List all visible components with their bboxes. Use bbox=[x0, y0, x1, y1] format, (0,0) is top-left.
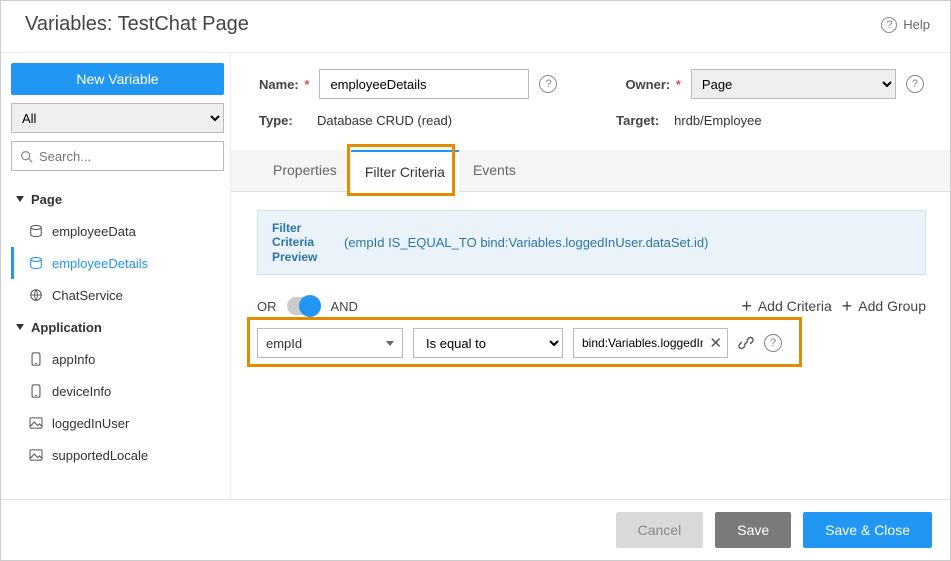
tab-filter-criteria[interactable]: Filter Criteria bbox=[351, 150, 459, 192]
tree-item-label: ChatService bbox=[52, 288, 123, 303]
or-label: OR bbox=[257, 299, 277, 314]
tree-item-appInfo[interactable]: appInfo bbox=[11, 343, 224, 375]
search-icon bbox=[20, 150, 33, 163]
tree-item-employeeDetails[interactable]: employeeDetails bbox=[11, 247, 224, 279]
tree-item-ChatService[interactable]: ChatService bbox=[11, 279, 224, 311]
target-value: hrdb/Employee bbox=[674, 113, 761, 128]
tree-section-page[interactable]: Page bbox=[11, 183, 224, 215]
caret-down-icon bbox=[15, 322, 25, 332]
page-title: Variables: TestChat Page bbox=[25, 13, 249, 36]
variable-scope-select[interactable]: All bbox=[11, 103, 224, 133]
info-icon[interactable]: ? bbox=[539, 75, 557, 93]
help-icon: ? bbox=[881, 17, 897, 33]
save-button[interactable]: Save bbox=[715, 512, 791, 548]
search-input-wrap[interactable] bbox=[11, 141, 224, 171]
tree-item-label: loggedInUser bbox=[52, 416, 129, 431]
add-group-label: Add Group bbox=[858, 298, 926, 314]
target-label: Target: bbox=[616, 113, 664, 128]
section-label: Page bbox=[31, 192, 62, 207]
service-icon bbox=[28, 288, 44, 302]
preview-expression: (empId IS_EQUAL_TO bind:Variables.logged… bbox=[344, 235, 708, 250]
type-value: Database CRUD (read) bbox=[317, 113, 452, 128]
info-icon[interactable]: ? bbox=[906, 75, 924, 93]
caret-down-icon bbox=[15, 194, 25, 204]
data-icon bbox=[28, 224, 44, 238]
tree-item-label: appInfo bbox=[52, 352, 95, 367]
tree-item-label: deviceInfo bbox=[52, 384, 111, 399]
name-input[interactable] bbox=[319, 69, 529, 99]
chevron-down-icon bbox=[386, 341, 394, 346]
image-icon bbox=[28, 417, 44, 429]
device-icon bbox=[28, 384, 44, 398]
tree-section-application[interactable]: Application bbox=[11, 311, 224, 343]
data-icon bbox=[28, 256, 44, 270]
tree-item-deviceInfo[interactable]: deviceInfo bbox=[11, 375, 224, 407]
clear-icon[interactable]: ✕ bbox=[709, 334, 722, 352]
section-label: Application bbox=[31, 320, 102, 335]
plus-icon: + bbox=[741, 299, 752, 313]
add-group-button[interactable]: + Add Group bbox=[842, 298, 926, 314]
owner-select[interactable]: Page bbox=[691, 69, 896, 99]
owner-label: Owner: * bbox=[625, 77, 680, 92]
and-label: AND bbox=[331, 299, 358, 314]
info-icon[interactable]: ? bbox=[764, 334, 782, 352]
criteria-value-input[interactable] bbox=[573, 328, 728, 358]
bind-icon[interactable] bbox=[738, 335, 754, 351]
tree-item-label: employeeDetails bbox=[52, 256, 148, 271]
tab-events[interactable]: Events bbox=[459, 150, 530, 191]
search-input[interactable] bbox=[39, 149, 215, 164]
tree-item-employeeData[interactable]: employeeData bbox=[11, 215, 224, 247]
tree-item-label: employeeData bbox=[52, 224, 136, 239]
name-label: Name: * bbox=[259, 77, 309, 92]
help-label: Help bbox=[903, 17, 930, 32]
save-close-button[interactable]: Save & Close bbox=[803, 512, 932, 548]
and-or-toggle[interactable] bbox=[287, 297, 321, 315]
help-link[interactable]: ? Help bbox=[881, 17, 930, 33]
new-variable-button[interactable]: New Variable bbox=[11, 63, 224, 95]
criteria-field-select[interactable]: empId bbox=[257, 328, 403, 358]
tree-item-label: supportedLocale bbox=[52, 448, 148, 463]
tab-properties[interactable]: Properties bbox=[259, 150, 351, 191]
plus-icon: + bbox=[842, 299, 853, 313]
preview-label: Filter Criteria Preview bbox=[272, 221, 324, 264]
criteria-field-value: empId bbox=[266, 336, 302, 351]
device-icon bbox=[28, 352, 44, 366]
type-label: Type: bbox=[259, 113, 307, 128]
tree-item-supportedLocale[interactable]: supportedLocale bbox=[11, 439, 224, 471]
cancel-button[interactable]: Cancel bbox=[616, 512, 704, 548]
tree-item-loggedInUser[interactable]: loggedInUser bbox=[11, 407, 224, 439]
filter-preview-box: Filter Criteria Preview (empId IS_EQUAL_… bbox=[257, 210, 926, 275]
criteria-operator-select[interactable]: Is equal to bbox=[413, 328, 563, 358]
image-icon bbox=[28, 449, 44, 461]
add-criteria-button[interactable]: + Add Criteria bbox=[741, 298, 831, 314]
add-criteria-label: Add Criteria bbox=[758, 298, 832, 314]
